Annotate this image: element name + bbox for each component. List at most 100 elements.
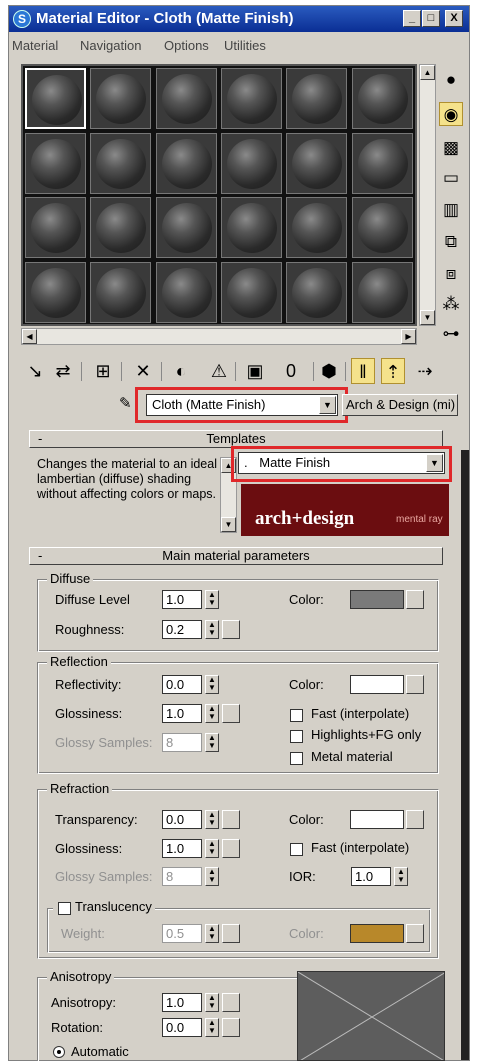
roughness-spinner[interactable]: 0.2 — [162, 620, 202, 639]
minimize-button[interactable]: _ — [403, 10, 421, 27]
sample-slot[interactable] — [286, 197, 348, 258]
reflection-color-swatch[interactable] — [350, 675, 404, 694]
sample-slot[interactable] — [220, 68, 282, 129]
sample-slots-vertical-scrollbar[interactable]: ▲ ▼ — [419, 64, 436, 326]
scroll-down-arrow-icon[interactable]: ▼ — [420, 310, 435, 325]
diffuse-level-spinner[interactable]: 1.0 — [162, 590, 202, 609]
reset-map-icon[interactable]: ✕ — [131, 358, 155, 384]
translucency-weight-spinner-arrows[interactable]: ▲ ▼ — [205, 924, 219, 943]
reflection-glossy-samples-spinner[interactable]: 8 — [162, 733, 202, 752]
pick-material-from-object-icon[interactable]: ✎ — [119, 394, 132, 412]
roughness-map-button[interactable] — [222, 620, 240, 639]
menu-material[interactable]: Material — [12, 38, 58, 53]
chevron-down-icon[interactable]: ▼ — [319, 396, 336, 414]
metal-material-checkbox[interactable] — [290, 752, 303, 765]
template-dropdown[interactable]: . Matte Finish ▼ — [238, 452, 445, 474]
select-by-material-icon[interactable]: ⁂ — [439, 292, 463, 316]
material-id-channel-icon[interactable]: 0 — [279, 358, 303, 384]
translucency-weight-spinner[interactable]: 0.5 — [162, 924, 202, 943]
refraction-glossiness-spinner[interactable]: 1.0 — [162, 839, 202, 858]
refraction-glossiness-spinner-arrows[interactable]: ▲ ▼ — [205, 839, 219, 858]
sample-slot[interactable] — [286, 132, 348, 194]
menu-utilities[interactable]: Utilities — [224, 38, 266, 53]
material-map-navigator-icon[interactable]: ⊶ — [439, 322, 463, 346]
rotation-map-button[interactable] — [222, 1018, 240, 1037]
roughness-spinner-arrows[interactable]: ▲ ▼ — [205, 620, 219, 639]
translucency-color-swatch[interactable] — [350, 924, 404, 943]
show-standard-map-in-viewport-icon[interactable]: ⬢ — [317, 358, 341, 384]
put-to-library-icon[interactable]: ▣ — [243, 358, 267, 384]
anisotropy-map-button[interactable] — [222, 993, 240, 1012]
sample-slot[interactable] — [155, 68, 217, 129]
rotation-spinner-arrows[interactable]: ▲ ▼ — [205, 1018, 219, 1037]
parameters-scrollbar[interactable] — [461, 450, 469, 1060]
menu-options[interactable]: Options — [164, 38, 209, 53]
sample-slot[interactable] — [25, 197, 86, 258]
reflectivity-spinner-arrows[interactable]: ▲ ▼ — [205, 675, 219, 694]
sample-slot[interactable] — [286, 261, 348, 323]
reflection-glossiness-spinner-arrows[interactable]: ▲ ▼ — [205, 704, 219, 723]
sample-slot[interactable] — [155, 197, 217, 258]
scroll-right-arrow-icon[interactable]: ▶ — [401, 329, 416, 344]
anisotropy-spinner-arrows[interactable]: ▲ ▼ — [205, 993, 219, 1012]
reflection-glossiness-map-button[interactable] — [222, 704, 240, 723]
material-type-button[interactable]: Arch & Design (mi) — [342, 394, 458, 416]
refraction-glossy-samples-spinner-arrows[interactable]: ▲ ▼ — [205, 867, 219, 886]
show-end-result-icon[interactable]: ǁ — [351, 358, 375, 384]
reflection-color-map-button[interactable] — [406, 675, 424, 694]
anisotropy-spinner[interactable]: 1.0 — [162, 993, 202, 1012]
sample-slot[interactable] — [25, 68, 86, 129]
sample-slot[interactable] — [220, 197, 282, 258]
translucency-weight-map-button[interactable] — [222, 924, 240, 943]
sample-slot[interactable] — [220, 261, 282, 323]
sample-uv-tiling-icon[interactable]: ▭ — [439, 166, 463, 190]
sample-slot[interactable] — [25, 132, 86, 194]
background-checker-icon[interactable]: ▩ — [439, 136, 463, 160]
go-to-parent-icon[interactable]: ⇡ — [381, 358, 405, 384]
refraction-glossy-samples-spinner[interactable]: 8 — [162, 867, 202, 886]
make-material-copy-icon[interactable]: ◐ — [169, 358, 193, 384]
sample-slot[interactable] — [25, 261, 86, 323]
close-button[interactable]: X — [445, 10, 463, 27]
restore-button[interactable]: □ — [422, 10, 440, 27]
scroll-up-arrow-icon[interactable]: ▲ — [420, 65, 435, 80]
transparency-spinner[interactable]: 0.0 — [162, 810, 202, 829]
reflection-glossy-samples-spinner-arrows[interactable]: ▲ ▼ — [205, 733, 219, 752]
chevron-down-icon[interactable]: ▼ — [426, 454, 443, 472]
automatic-radio[interactable] — [53, 1046, 65, 1058]
scroll-left-arrow-icon[interactable]: ◀ — [22, 329, 37, 344]
make-preview-icon[interactable]: ⧉ — [439, 230, 463, 254]
diffuse-level-spinner-arrows[interactable]: ▲ ▼ — [205, 590, 219, 609]
refraction-glossiness-map-button[interactable] — [222, 839, 240, 858]
ior-spinner[interactable]: 1.0 — [351, 867, 391, 886]
sample-slot[interactable] — [351, 197, 413, 258]
transparency-map-button[interactable] — [222, 810, 240, 829]
sample-slot[interactable] — [220, 132, 282, 194]
scroll-up-arrow-icon[interactable]: ▲ — [221, 458, 236, 473]
refraction-color-swatch[interactable] — [350, 810, 404, 829]
go-forward-to-sibling-icon[interactable]: ⇢ — [413, 358, 437, 384]
title-bar[interactable]: S Material Editor - Cloth (Matte Finish)… — [9, 6, 469, 32]
get-material-icon[interactable]: ↘ — [23, 358, 47, 384]
rotation-spinner[interactable]: 0.0 — [162, 1018, 202, 1037]
options-icon[interactable]: ⧈ — [439, 262, 463, 286]
sample-slot[interactable] — [90, 68, 152, 129]
sample-type-sphere-icon[interactable]: ● — [439, 68, 463, 92]
scroll-down-arrow-icon[interactable]: ▼ — [221, 517, 236, 532]
sample-slot[interactable] — [286, 68, 348, 129]
app-icon[interactable]: S — [13, 10, 31, 28]
ior-spinner-arrows[interactable]: ▲ ▼ — [394, 867, 408, 886]
sample-slot[interactable] — [155, 261, 217, 323]
reflection-glossiness-spinner[interactable]: 1.0 — [162, 704, 202, 723]
video-color-check-icon[interactable]: ▥ — [439, 198, 463, 222]
translucency-color-map-button[interactable] — [406, 924, 424, 943]
sample-slots-horizontal-scrollbar[interactable]: ◀ ▶ — [21, 328, 417, 345]
highlights-fg-checkbox[interactable] — [290, 730, 303, 743]
make-unique-icon[interactable]: ⚠ — [207, 358, 231, 384]
main-params-rollout-header[interactable]: - Main material parameters — [29, 547, 443, 565]
assign-material-to-selection-icon[interactable]: ⊞ — [91, 358, 115, 384]
sample-slot[interactable] — [351, 68, 413, 129]
sample-slot[interactable] — [90, 261, 152, 323]
templates-rollout-header[interactable]: - Templates — [29, 430, 443, 448]
template-description-scrollbar[interactable]: ▲ ▼ — [220, 457, 237, 533]
